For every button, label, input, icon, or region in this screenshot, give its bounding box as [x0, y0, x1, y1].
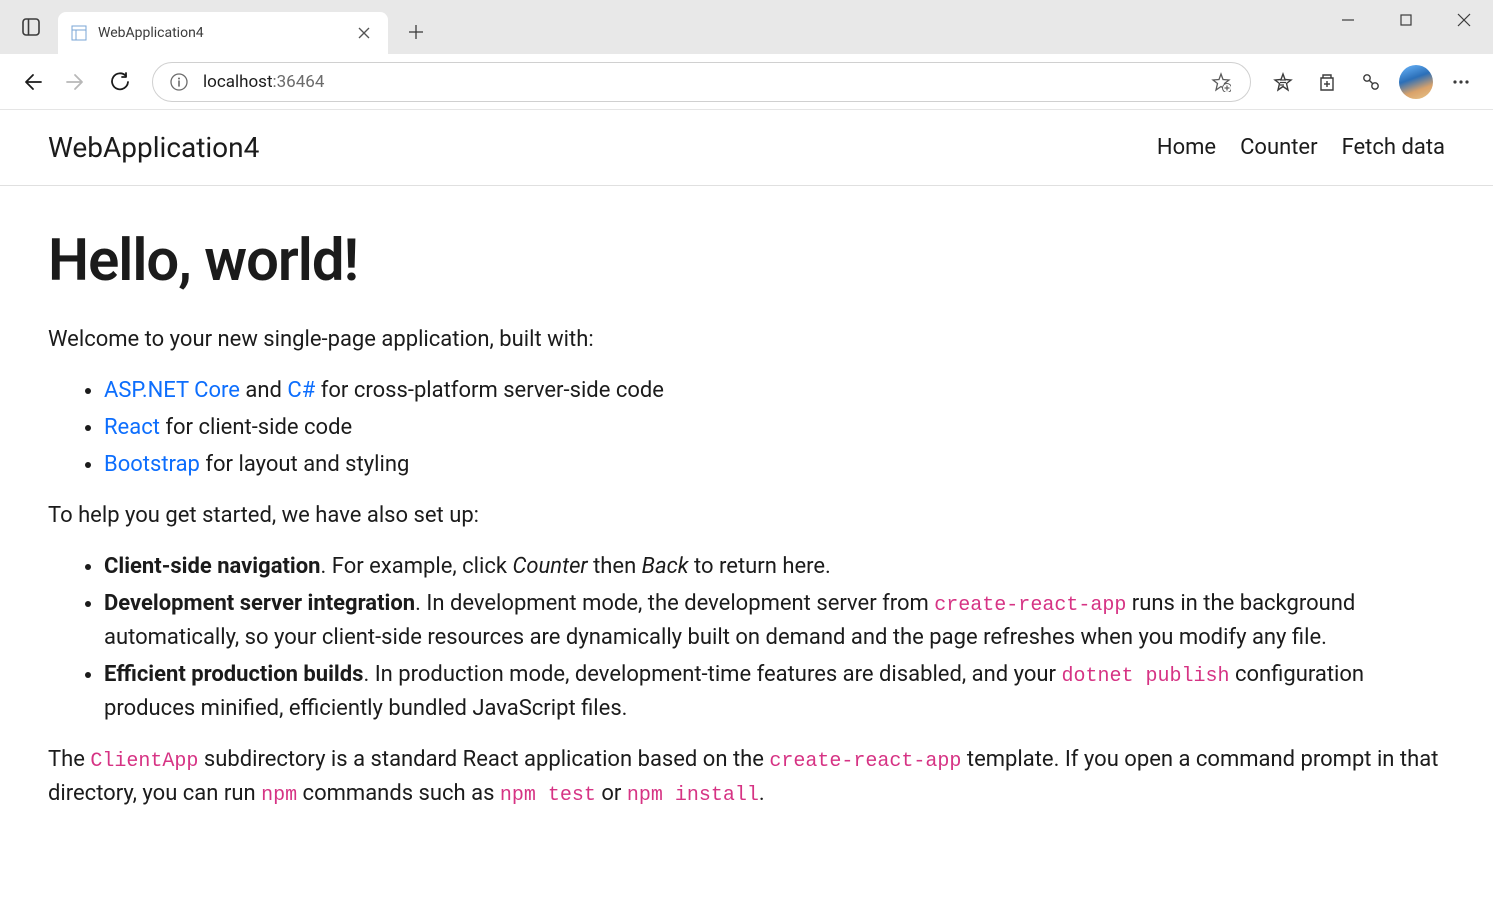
code-create-react-app: create-react-app: [934, 594, 1126, 617]
forward-button[interactable]: [54, 60, 98, 104]
code-create-react-app: create-react-app: [769, 750, 961, 773]
window-controls: [1319, 0, 1493, 54]
app-navbar: WebApplication4 Home Counter Fetch data: [0, 110, 1493, 186]
favorites-button[interactable]: [1261, 60, 1305, 104]
close-window-button[interactable]: [1435, 0, 1493, 40]
setup-intro: To help you get started, we have also se…: [48, 499, 1445, 532]
collections-button[interactable]: [1305, 60, 1349, 104]
link-bootstrap[interactable]: Bootstrap: [104, 452, 200, 477]
maximize-button[interactable]: [1377, 0, 1435, 40]
extensions-icon: [1360, 71, 1382, 93]
code-npm: npm: [261, 784, 297, 807]
new-tab-button[interactable]: [396, 12, 436, 52]
close-icon: [358, 27, 370, 39]
counter-em: Counter: [512, 554, 587, 579]
plus-icon: [408, 24, 424, 40]
footer-paragraph: The ClientApp subdirectory is a standard…: [48, 743, 1445, 811]
list-item: Client-side navigation. For example, cli…: [104, 550, 1445, 583]
star-plus-icon: [1211, 72, 1231, 92]
code-dotnet-publish: dotnet publish: [1061, 665, 1229, 688]
code-npm-test: npm test: [500, 784, 596, 807]
site-info-button[interactable]: [167, 70, 191, 94]
intro-paragraph: Welcome to your new single-page applicat…: [48, 323, 1445, 356]
maximize-icon: [1400, 14, 1412, 26]
feature-title: Development server integration: [104, 591, 415, 616]
nav-link-fetch-data[interactable]: Fetch data: [1342, 135, 1445, 160]
refresh-button[interactable]: [98, 60, 142, 104]
link-aspnet-core[interactable]: ASP.NET Core: [104, 378, 240, 403]
nav-link-home[interactable]: Home: [1157, 135, 1216, 160]
extensions-button[interactable]: [1349, 60, 1393, 104]
tab-title: WebApplication4: [98, 25, 352, 41]
browser-titlebar: WebApplication4: [0, 0, 1493, 54]
link-csharp[interactable]: C#: [287, 378, 315, 403]
more-icon: [1451, 72, 1471, 92]
arrow-left-icon: [21, 71, 43, 93]
list-item: Development server integration. In devel…: [104, 587, 1445, 654]
page-content: Hello, world! Welcome to your new single…: [0, 186, 1493, 861]
page-heading: Hello, world!: [48, 218, 1445, 305]
minimize-icon: [1342, 14, 1354, 26]
feature-title: Client-side navigation: [104, 554, 321, 579]
list-item: Bootstrap for layout and styling: [104, 448, 1445, 481]
feature-title: Efficient production builds: [104, 662, 363, 687]
info-icon: [170, 73, 188, 91]
settings-menu-button[interactable]: [1439, 60, 1483, 104]
collections-icon: [1316, 71, 1338, 93]
nav-link-counter[interactable]: Counter: [1240, 135, 1317, 160]
browser-tab[interactable]: WebApplication4: [58, 12, 388, 54]
tab-actions-button[interactable]: [8, 4, 54, 50]
url-port: :36464: [273, 72, 325, 92]
tab-close-button[interactable]: [352, 21, 376, 45]
url-host: localhost: [203, 72, 273, 92]
arrow-right-icon: [65, 71, 87, 93]
profile-avatar[interactable]: [1399, 65, 1433, 99]
back-em: Back: [642, 554, 689, 579]
add-favorite-button[interactable]: [1206, 67, 1236, 97]
link-react[interactable]: React: [104, 415, 160, 440]
code-clientapp: ClientApp: [90, 750, 198, 773]
minimize-button[interactable]: [1319, 0, 1377, 40]
close-icon: [1457, 13, 1471, 27]
tab-favicon-icon: [70, 24, 88, 42]
tab-actions-icon: [22, 18, 40, 36]
navbar-brand[interactable]: WebApplication4: [48, 131, 259, 164]
list-item: Efficient production builds. In producti…: [104, 658, 1445, 725]
refresh-icon: [110, 72, 130, 92]
code-npm-install: npm install: [627, 784, 759, 807]
list-item: React for client-side code: [104, 411, 1445, 444]
navbar-links: Home Counter Fetch data: [1157, 135, 1445, 160]
back-button[interactable]: [10, 60, 54, 104]
browser-toolbar: localhost:36464: [0, 54, 1493, 110]
favorites-list-icon: [1272, 71, 1294, 93]
address-bar[interactable]: localhost:36464: [152, 62, 1251, 102]
tech-list: ASP.NET Core and C# for cross-platform s…: [48, 374, 1445, 481]
list-item: ASP.NET Core and C# for cross-platform s…: [104, 374, 1445, 407]
features-list: Client-side navigation. For example, cli…: [48, 550, 1445, 725]
